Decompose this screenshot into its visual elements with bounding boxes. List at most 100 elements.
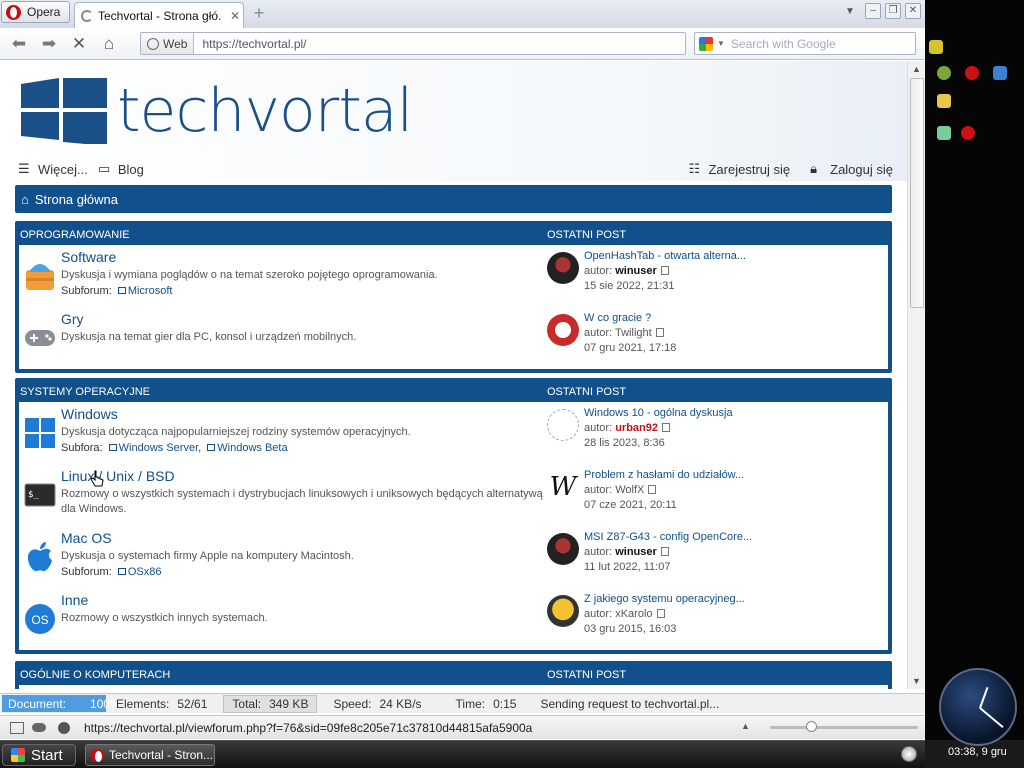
avatar[interactable]: W	[547, 471, 579, 503]
blog-icon: ▭	[97, 161, 111, 176]
chat-icon[interactable]	[929, 40, 943, 54]
forum-description: Rozmowy o wszystkich innych systemach.	[61, 612, 268, 624]
vertical-scrollbar[interactable]: ▲ ▼	[907, 61, 925, 689]
author-prefix: autor:	[584, 265, 613, 277]
go-to-post-icon[interactable]	[648, 485, 657, 494]
avatar[interactable]	[547, 252, 579, 284]
last-post-author[interactable]: winuser	[615, 265, 657, 277]
restore-button[interactable]: ❐	[885, 3, 901, 19]
forward-button[interactable]: ➡	[34, 29, 64, 59]
last-post-title[interactable]: W co gracie ?	[584, 312, 676, 324]
forum-title[interactable]: Linux / Unix / BSD	[61, 468, 547, 484]
opera-tray-icon[interactable]	[961, 126, 975, 140]
last-post-title[interactable]: MSI Z87-G43 - config OpenCore...	[584, 531, 752, 543]
tray-orb-icon[interactable]	[901, 746, 917, 762]
scrollbar-thumb[interactable]	[910, 78, 924, 308]
scroll-up-icon[interactable]: ▲	[912, 64, 921, 74]
last-post-author[interactable]: Twilight	[615, 327, 652, 339]
taskbar-item-opera[interactable]: Techvortal - Stron...	[85, 744, 215, 766]
go-to-post-icon[interactable]	[660, 547, 669, 556]
close-window-button[interactable]: ✕	[905, 3, 921, 19]
breadcrumb-home-link[interactable]: Strona główna	[35, 192, 118, 207]
author-prefix: autor:	[584, 327, 613, 339]
total-label: Total:	[232, 696, 262, 711]
address-bar[interactable]: Web https://techvortal.pl/	[140, 32, 686, 55]
opera-logo-icon	[91, 748, 104, 762]
display-icon[interactable]	[993, 66, 1007, 80]
last-post-author[interactable]: xKarolo	[615, 608, 652, 620]
forum-title[interactable]: Gry	[61, 311, 547, 327]
elements-label: Elements:	[116, 696, 170, 711]
last-post-author[interactable]: WolfX	[615, 484, 644, 496]
avatar[interactable]	[547, 595, 579, 627]
last-post-title[interactable]: Windows 10 - ogólna dyskusja	[584, 407, 733, 419]
hour-hand	[979, 686, 989, 709]
subforum-link[interactable]: Windows Beta	[217, 442, 287, 454]
start-button[interactable]: Start	[2, 744, 76, 766]
home-button[interactable]: ⌂	[94, 29, 124, 59]
opera-unite-icon[interactable]	[32, 723, 46, 732]
security-shield-icon[interactable]	[937, 126, 951, 140]
avatar[interactable]	[547, 409, 579, 441]
site-info-badge[interactable]: Web	[141, 33, 195, 54]
document-progress: Document: 100%	[2, 695, 121, 712]
go-to-post-icon[interactable]	[655, 328, 664, 337]
document-label: Document:	[8, 696, 67, 711]
last-post-author[interactable]: urban92	[615, 422, 658, 434]
last-post-header: OSTATNI POST	[547, 386, 627, 398]
last-post-title[interactable]: Problem z hasłami do udziałów...	[584, 469, 744, 481]
forum-title[interactable]: Software	[61, 249, 547, 265]
subforum-icon	[108, 444, 117, 451]
subforum-link[interactable]: OSx86	[128, 566, 162, 578]
network-icon[interactable]	[937, 66, 951, 80]
category-title[interactable]: OPROGRAMOWANIE	[19, 229, 547, 241]
zoom-slider[interactable]	[770, 721, 918, 732]
forum-title[interactable]: Inne	[61, 592, 547, 608]
total-value: 349 KB	[269, 696, 309, 711]
panel-toggle-icon[interactable]	[10, 721, 24, 734]
go-to-post-icon[interactable]	[662, 423, 670, 432]
last-post-author[interactable]: winuser	[615, 546, 657, 558]
opera-menu-button[interactable]: Opera	[1, 1, 70, 23]
tab-list-chevron-icon[interactable]: ▼	[845, 6, 855, 17]
forum-title[interactable]: Windows	[61, 406, 547, 422]
last-post-date: 11 lut 2022, 11:07	[584, 561, 671, 573]
url-text[interactable]: https://techvortal.pl/	[194, 37, 306, 51]
tab-techvortal[interactable]: Techvortal - Strona głó... ✕	[74, 2, 244, 28]
folder-icon[interactable]	[937, 94, 951, 108]
zoom-menu-chevron-icon[interactable]: ▲	[741, 721, 750, 731]
avatar[interactable]	[547, 533, 579, 565]
scroll-down-icon[interactable]: ▼	[912, 676, 921, 686]
new-tab-button[interactable]: +	[249, 4, 269, 24]
terminal-icon: $_	[24, 483, 56, 507]
taskbar: Start Techvortal - Stron...	[0, 740, 925, 768]
stop-button[interactable]: ✕	[64, 29, 94, 59]
forum-title[interactable]: Mac OS	[61, 530, 547, 546]
go-to-post-icon[interactable]	[656, 609, 665, 618]
last-post-date: 07 cze 2021, 20:11	[584, 499, 677, 511]
more-menu[interactable]: ☰ Więcej...	[18, 162, 88, 177]
category-title[interactable]: OGÓLNIE O KOMPUTERACH	[19, 669, 547, 681]
close-tab-icon[interactable]: ✕	[227, 9, 243, 23]
avatar[interactable]	[547, 314, 579, 346]
opera-gadget-icon[interactable]	[965, 66, 979, 80]
subforum-link[interactable]: Windows Server	[119, 442, 198, 454]
google-icon[interactable]	[699, 36, 713, 51]
last-post-title[interactable]: Z jakiego systemu operacyjneg...	[584, 593, 745, 605]
register-link[interactable]: ☷ Zarejestruj się	[688, 162, 790, 177]
turbo-icon[interactable]	[58, 721, 70, 734]
search-field[interactable]: ▼ Search with Google	[694, 32, 916, 55]
search-engine-chevron-icon[interactable]: ▼	[717, 39, 725, 48]
opera-window: Opera Techvortal - Strona głó... ✕ + ▼ –…	[0, 0, 925, 740]
blog-link[interactable]: ▭ Blog	[98, 162, 144, 177]
back-button[interactable]: ⬅	[4, 29, 34, 59]
minimize-button[interactable]: –	[865, 3, 881, 19]
subforum-link[interactable]: Microsoft	[128, 285, 173, 297]
site-logo[interactable]: techvortal	[21, 78, 413, 144]
category-title[interactable]: SYSTEMY OPERACYJNE	[19, 386, 547, 398]
last-post-title[interactable]: OpenHashTab - otwarta alterna...	[584, 250, 746, 262]
go-to-post-icon[interactable]	[660, 266, 669, 275]
zoom-slider-knob[interactable]	[806, 721, 817, 732]
login-link[interactable]: 🔒︎ Zaloguj się	[810, 162, 893, 177]
home-icon: ⌂	[21, 191, 29, 207]
